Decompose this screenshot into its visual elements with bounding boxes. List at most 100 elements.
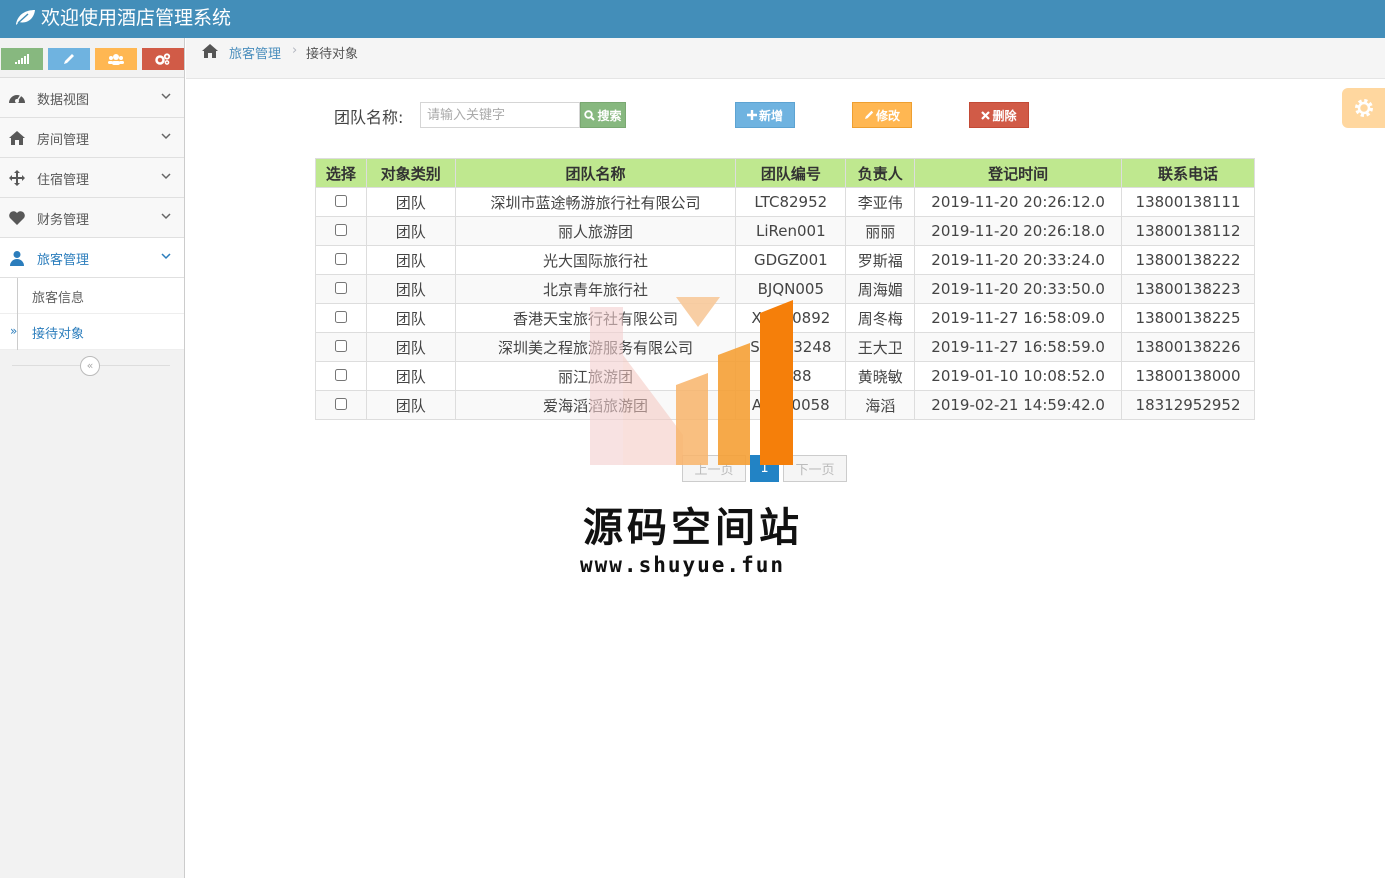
sidebar-collapse-bar: « [0, 350, 184, 380]
watermark-logo [590, 297, 793, 465]
column-header-type: 对象类别 [365, 158, 456, 188]
column-header-phone: 联系电话 [1121, 158, 1255, 188]
cell-team-name: 丽人旅游团 [454, 216, 737, 246]
column-header-select: 选择 [315, 158, 367, 188]
row-checkbox[interactable] [334, 253, 347, 265]
gear-icon [1354, 99, 1373, 117]
users-icon [108, 54, 124, 65]
dashboard-icon [9, 94, 25, 103]
cell-phone: 13800138112 [1121, 216, 1255, 246]
column-header-leader: 负责人 [845, 158, 916, 188]
row-checkbox[interactable] [334, 224, 347, 236]
cell-phone: 13800138225 [1121, 303, 1255, 333]
pencil-icon [864, 110, 874, 119]
sidebar-collapse-button[interactable]: « [80, 356, 100, 376]
cell-register-time: 2019-11-27 16:58:09.0 [914, 303, 1123, 333]
search-icon [584, 109, 596, 121]
sidebar-shortcuts [0, 38, 184, 78]
pencil-icon [64, 54, 74, 64]
cell-phone: 13800138226 [1121, 332, 1255, 362]
cell-register-time: 2019-02-21 14:59:42.0 [914, 390, 1123, 420]
cell-type: 团队 [365, 187, 456, 217]
cell-leader: 周海媚 [845, 274, 916, 304]
cell-leader: 周冬梅 [845, 303, 916, 333]
user-icon [10, 251, 24, 266]
chevron-down-icon [161, 173, 171, 180]
delete-button[interactable]: 删除 [969, 102, 1029, 128]
double-angle-right-icon: » [10, 324, 18, 338]
shortcut-settings-button[interactable] [142, 48, 184, 70]
cell-register-time: 2019-01-10 10:08:52.0 [914, 361, 1123, 391]
cell-phone: 13800138223 [1121, 274, 1255, 304]
cell-team-code: LiRen001 [735, 216, 847, 246]
home-icon [9, 131, 25, 145]
add-button[interactable]: 新增 [735, 102, 795, 128]
column-header-register-time: 登记时间 [914, 158, 1123, 188]
sidebar-item-label: 房间管理 [37, 133, 90, 148]
breadcrumb: 旅客管理 › 接待对象 [186, 38, 1385, 79]
top-navbar: 欢迎使用酒店管理系统 [0, 0, 1385, 38]
sidebar-item-data-view[interactable]: 数据视图 [0, 78, 184, 118]
sidebar-item-stay-management[interactable]: 住宿管理 [0, 158, 184, 198]
row-checkbox[interactable] [334, 311, 347, 323]
cell-register-time: 2019-11-20 20:26:12.0 [914, 187, 1123, 217]
column-header-team-code: 团队编号 [735, 158, 847, 188]
table-row[interactable]: 团队 光大国际旅行社 GDGZ001 罗斯福 2019-11-20 20:33:… [315, 245, 1255, 275]
cell-leader: 海滔 [845, 390, 916, 420]
cell-phone: 13800138111 [1121, 187, 1255, 217]
sidebar-subitem-guest-info[interactable]: 旅客信息 [0, 278, 184, 314]
cell-register-time: 2019-11-20 20:26:18.0 [914, 216, 1123, 246]
cell-leader: 黄晓敏 [845, 361, 916, 391]
row-checkbox[interactable] [334, 398, 347, 410]
row-checkbox[interactable] [334, 195, 347, 207]
breadcrumb-separator: › [292, 43, 298, 58]
close-icon [981, 110, 991, 120]
column-header-team-name: 团队名称 [454, 158, 737, 188]
watermark-title: 源码空间站 [583, 504, 803, 551]
sidebar-item-label: 数据视图 [37, 93, 90, 108]
cell-type: 团队 [365, 390, 456, 420]
row-checkbox[interactable] [334, 340, 347, 352]
cell-team-name: 深圳市蓝途畅游旅行社有限公司 [454, 187, 737, 217]
home-icon[interactable] [201, 43, 219, 59]
table-row[interactable]: 团队 丽人旅游团 LiRen001 丽丽 2019-11-20 20:26:18… [315, 216, 1255, 246]
chevron-down-icon [161, 93, 171, 100]
chevron-down-icon [161, 213, 171, 220]
sidebar-item-label: 住宿管理 [37, 173, 90, 188]
cogs-icon [155, 53, 171, 65]
sidebar-subitem-label: 旅客信息 [32, 291, 85, 306]
watermark-url: www.shuyue.fun [580, 553, 786, 577]
shortcut-group-button[interactable] [95, 48, 137, 70]
row-checkbox[interactable] [334, 369, 347, 381]
settings-toggle-button[interactable] [1342, 88, 1385, 128]
search-input[interactable] [420, 102, 580, 128]
cell-register-time: 2019-11-20 20:33:50.0 [914, 274, 1123, 304]
cell-phone: 13800138000 [1121, 361, 1255, 391]
search-button-label: 搜索 [597, 108, 622, 123]
cell-type: 团队 [365, 245, 456, 275]
app-title: 欢迎使用酒店管理系统 [41, 7, 232, 29]
search-button[interactable]: 搜索 [580, 102, 626, 128]
sidebar-item-room-management[interactable]: 房间管理 [0, 118, 184, 158]
cell-type: 团队 [365, 332, 456, 362]
tree-line [17, 278, 18, 314]
cell-leader: 王大卫 [845, 332, 916, 362]
sidebar-item-guest-management[interactable]: 旅客管理 [0, 238, 184, 278]
cell-type: 团队 [365, 303, 456, 333]
shortcut-chart-button[interactable] [1, 48, 43, 70]
breadcrumb-link-guest-management[interactable]: 旅客管理 [229, 43, 281, 62]
row-checkbox[interactable] [334, 282, 347, 294]
team-name-label: 团队名称: [334, 108, 404, 127]
move-icon [9, 170, 25, 186]
table-row[interactable]: 团队 深圳市蓝途畅游旅行社有限公司 LTC82952 李亚伟 2019-11-2… [315, 187, 1255, 217]
edit-button[interactable]: 修改 [852, 102, 912, 128]
sidebar-subitem-reception-target[interactable]: » 接待对象 [0, 314, 184, 350]
cell-leader: 丽丽 [845, 216, 916, 246]
cell-type: 团队 [365, 361, 456, 391]
heart-icon [9, 211, 25, 225]
chevron-down-icon [161, 133, 171, 140]
cell-type: 团队 [365, 216, 456, 246]
breadcrumb-current: 接待对象 [306, 47, 359, 62]
shortcut-edit-button[interactable] [48, 48, 90, 70]
sidebar-item-finance-management[interactable]: 财务管理 [0, 198, 184, 238]
